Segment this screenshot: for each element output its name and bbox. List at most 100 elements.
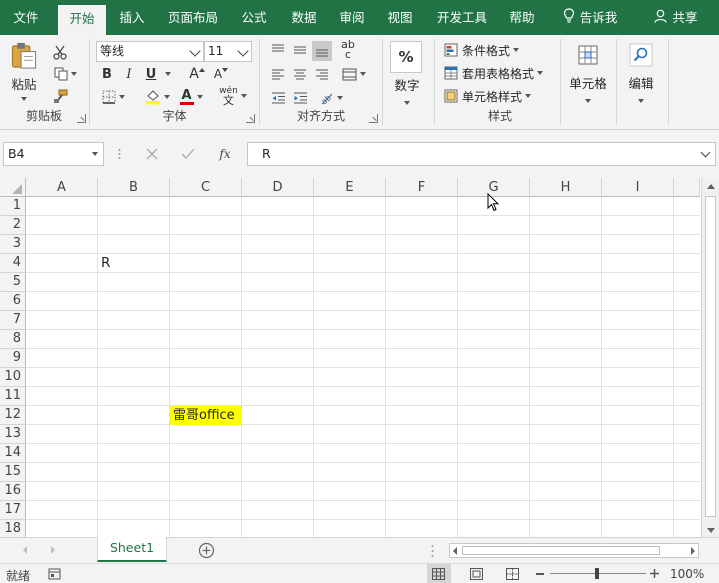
scroll-down-icon[interactable] [707, 528, 715, 533]
worksheet-grid[interactable]: ABCDEFGHI 1 2 3 4 5 6 7 8 9 10 11 12 13 14 15 16 17 18 R … [0, 178, 719, 537]
chevron-left-icon[interactable] [22, 546, 28, 554]
orientation-button[interactable]: ab [314, 89, 348, 107]
font-launcher-icon[interactable] [246, 114, 255, 123]
font-size-select[interactable]: 11 [204, 41, 252, 62]
formula-input[interactable]: R [247, 142, 716, 166]
row-header-14[interactable]: 14 [0, 444, 26, 463]
align-middle-button[interactable] [290, 41, 310, 59]
select-all-corner[interactable] [0, 178, 26, 197]
row-header-10[interactable]: 10 [0, 368, 26, 387]
column-header-h[interactable]: H [530, 178, 602, 197]
name-box[interactable]: B4 [3, 142, 104, 166]
page-layout-view-icon[interactable] [470, 568, 483, 580]
font-name-select[interactable]: 等线 [96, 41, 204, 62]
enter-button[interactable] [178, 144, 198, 164]
cancel-button[interactable] [142, 144, 162, 164]
page-break-view-icon[interactable] [506, 568, 519, 580]
zoom-level[interactable]: 100% [670, 567, 704, 581]
decrease-indent-button[interactable] [268, 89, 288, 107]
column-header-c[interactable]: C [170, 178, 242, 197]
normal-view-button[interactable] [427, 564, 451, 583]
clipboard-launcher-icon[interactable] [77, 114, 86, 123]
row-header-16[interactable]: 16 [0, 482, 26, 501]
grip-icon[interactable] [118, 147, 121, 161]
tab-file[interactable]: 文件 [0, 0, 52, 35]
horizontal-scrollbar[interactable] [449, 543, 699, 558]
row-header-8[interactable]: 8 [0, 330, 26, 349]
paste-button[interactable]: 粘贴 [6, 41, 42, 101]
column-header-i[interactable]: I [602, 178, 674, 197]
row-header-3[interactable]: 3 [0, 235, 26, 254]
borders-button[interactable] [98, 87, 128, 107]
macro-record-icon[interactable] [48, 568, 61, 580]
increase-font-button[interactable]: A [188, 65, 206, 83]
bold-button[interactable]: B [98, 65, 116, 83]
underline-dropdown[interactable] [160, 65, 172, 83]
font-color-button[interactable]: A [176, 87, 206, 107]
add-sheet-icon[interactable] [198, 542, 215, 559]
phonetic-guide-button[interactable]: wén 文 [216, 85, 250, 107]
align-bottom-button[interactable] [312, 41, 332, 61]
tab-view[interactable]: 视图 [378, 0, 422, 35]
row-header-12[interactable]: 12 [0, 406, 26, 425]
align-top-button[interactable] [268, 41, 288, 59]
vertical-scrollbar[interactable] [701, 178, 719, 537]
row-header-7[interactable]: 7 [0, 311, 26, 330]
row-header-2[interactable]: 2 [0, 216, 26, 235]
tab-formulas[interactable]: 公式 [232, 0, 276, 35]
tell-me-search[interactable]: 告诉我 [554, 0, 626, 35]
column-header-f[interactable]: F [386, 178, 458, 197]
row-header-15[interactable]: 15 [0, 463, 26, 482]
row-header-13[interactable]: 13 [0, 425, 26, 444]
underline-button[interactable]: U [142, 65, 160, 83]
zoom-out-icon[interactable] [536, 573, 544, 575]
increase-indent-button[interactable] [290, 89, 310, 107]
group-cells[interactable]: 单元格 [562, 37, 614, 127]
tab-insert[interactable]: 插入 [110, 0, 154, 35]
cell-b4[interactable]: R [98, 254, 170, 273]
cell-styles-button[interactable]: 单元格样式 [444, 85, 532, 107]
column-header-b[interactable]: B [98, 178, 170, 197]
align-right-button[interactable] [312, 65, 332, 83]
tab-data[interactable]: 数据 [282, 0, 326, 35]
scroll-up-icon[interactable] [707, 184, 715, 189]
share-button[interactable]: 共享 [648, 0, 704, 35]
format-as-table-button[interactable]: 套用表格格式 [444, 62, 544, 84]
tab-home[interactable]: 开始 [58, 5, 106, 35]
decrease-font-button[interactable]: A [212, 65, 230, 83]
column-header-e[interactable]: E [314, 178, 386, 197]
align-left-button[interactable] [268, 65, 288, 83]
sheet-tab-sheet1[interactable]: Sheet1 [97, 537, 167, 562]
row-header-5[interactable]: 5 [0, 273, 26, 292]
fill-color-button[interactable] [142, 87, 172, 107]
tab-developer[interactable]: 开发工具 [428, 0, 496, 35]
row-header-9[interactable]: 9 [0, 349, 26, 368]
scroll-thumb[interactable] [462, 546, 660, 555]
copy-button[interactable] [50, 65, 80, 83]
zoom-slider-thumb[interactable] [595, 568, 599, 579]
insert-function-button[interactable]: fx [214, 144, 236, 164]
scroll-thumb[interactable] [705, 196, 716, 517]
row-header-18[interactable]: 18 [0, 520, 26, 537]
chevron-right-icon[interactable] [50, 546, 56, 554]
row-header-1[interactable]: 1 [0, 197, 26, 216]
group-editing[interactable]: 编辑 [618, 37, 664, 127]
row-header-4[interactable]: 4 [0, 254, 26, 273]
row-header-17[interactable]: 17 [0, 501, 26, 520]
merge-center-button[interactable] [338, 65, 370, 83]
column-header-d[interactable]: D [242, 178, 314, 197]
scroll-left-icon[interactable] [452, 547, 458, 555]
tab-page-layout[interactable]: 页面布局 [160, 0, 226, 35]
align-center-button[interactable] [290, 65, 310, 83]
conditional-formatting-button[interactable]: 条件格式 [444, 39, 520, 61]
italic-button[interactable]: I [120, 65, 138, 83]
wrap-text-button[interactable]: ab c [338, 39, 358, 61]
alignment-launcher-icon[interactable] [369, 114, 378, 123]
format-painter-button[interactable] [50, 87, 70, 105]
number-format-button[interactable]: 数字 [384, 75, 430, 107]
tab-help[interactable]: 帮助 [500, 0, 544, 35]
column-header-a[interactable]: A [26, 178, 98, 197]
grip-icon[interactable] [431, 544, 434, 558]
tab-review[interactable]: 审阅 [330, 0, 374, 35]
row-header-6[interactable]: 6 [0, 292, 26, 311]
